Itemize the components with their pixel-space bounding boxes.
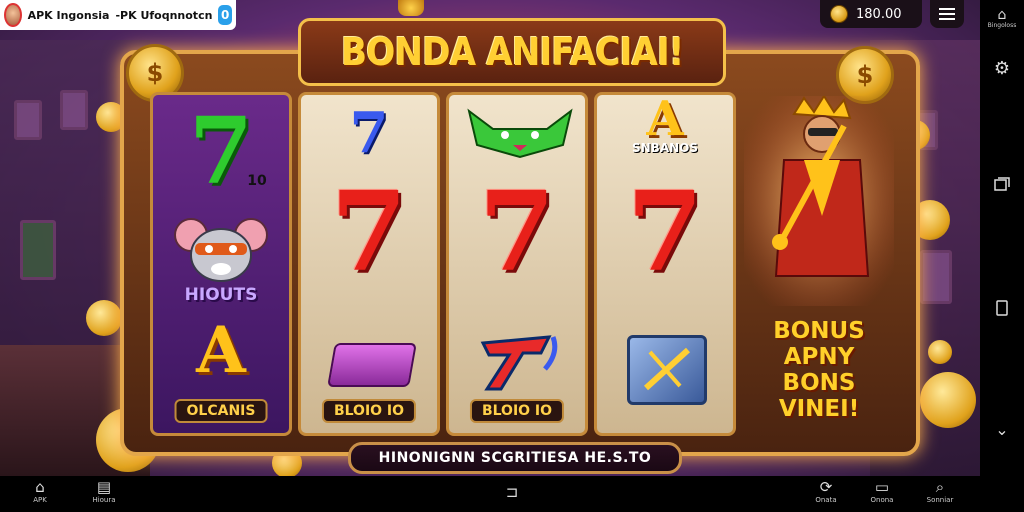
balance-display[interactable]: 180.00 (820, 0, 922, 28)
nav-item-bag[interactable]: ▤ Hioura (88, 479, 120, 504)
bottom-banner-text: HINONIGNN SCGRITIESA HE.S.TO (378, 450, 652, 466)
chevron-down-icon[interactable]: ⌄ (980, 420, 1024, 439)
reel-label: OLCANIS (174, 399, 268, 423)
nav-item-search[interactable]: ⌕ Sonniar (920, 479, 960, 504)
cat-icon (467, 108, 573, 159)
back-icon: ⊐ (505, 483, 519, 501)
home-icon: ⌂ (997, 7, 1007, 23)
bonus-line: APNY (783, 344, 855, 370)
nav-item-home[interactable]: ⌂ APK (24, 479, 56, 504)
windows-icon[interactable] (980, 176, 1024, 195)
reels-area: 7 10 HIOUTS A OLCANIS 7 7 BLOIO IO 7 BLO… (150, 92, 738, 436)
system-navbar: ⌂ APK ▤ Hioura ⊐ ⟳ Onata ▭ Onona ⌕ Sonni… (0, 476, 1024, 512)
king-character-icon (744, 96, 894, 306)
building-window (920, 250, 952, 304)
balance-value: 180.00 (856, 6, 902, 22)
nav-item-refresh[interactable]: ⟳ Onata (810, 479, 842, 504)
app-header: APK Ingonsia ‐PK Ufoqnnotcn 0 (0, 0, 236, 30)
system-sidebar: ⌂ Bingoloss ⚙ ⌄ (980, 0, 1024, 500)
reel-symbol-seven: 7 (349, 100, 389, 166)
building-window (20, 220, 56, 280)
bottom-banner[interactable]: HINONIGNN SCGRITIESA HE.S.TO (348, 442, 682, 474)
game-title-plate: BONDA ANIFACIAI! (298, 18, 726, 86)
coin-button[interactable] (398, 0, 424, 16)
crate-icon (627, 335, 707, 405)
bag-icon: ▤ (96, 478, 112, 496)
reel-label: HIOUTS (184, 285, 258, 305)
nav-item-box[interactable]: ▭ Onona (866, 479, 898, 504)
coin-decoration (86, 300, 122, 336)
bonus-text: BONUS APNY BONS VINEI! (744, 318, 894, 422)
game-title: BONDA ANIFACIAI! (340, 30, 684, 74)
building-window (60, 90, 88, 130)
reel-1: 7 10 HIOUTS A OLCANIS (150, 92, 292, 436)
reel-2: 7 7 BLOIO IO (298, 92, 440, 436)
nav-item-label: Onona (870, 496, 894, 504)
menu-button[interactable] (930, 0, 964, 28)
bonus-line: BONUS (773, 318, 865, 344)
game-screen: BONDA ANIFACIAI! $ $ 7 10 HIOUTS A OLCAN… (0, 0, 980, 476)
reel-symbol-seven: 7 (626, 167, 704, 296)
reel-4: A SNBANOS 7 (594, 92, 736, 436)
bonus-line: BONS VINEI! (778, 370, 860, 422)
app-badge-icon[interactable]: 0 (218, 5, 232, 25)
reel-symbol-seven: 7 (478, 167, 556, 296)
reel-3: 7 BLOIO IO (446, 92, 588, 436)
reel-symbol-a: A (196, 313, 246, 388)
wedge-symbol (327, 343, 417, 387)
nav-item-label: APK (33, 496, 47, 504)
search-icon: ⌕ (935, 478, 945, 496)
reel-symbol-a: A (646, 92, 684, 147)
coin-icon (830, 5, 848, 23)
app-title: APK Ingonsia ‐PK Ufoqnnotcn (27, 8, 213, 22)
crate-cross-icon (643, 347, 691, 391)
home-icon: ⌂ (35, 478, 45, 496)
refresh-icon: ⟳ (819, 478, 833, 496)
nav-item-label: Sonniar (926, 496, 954, 504)
reel-label: BLOIO IO (321, 399, 417, 423)
coin-decoration (920, 372, 976, 428)
coin-decoration (928, 340, 952, 364)
square-icon[interactable] (980, 300, 1024, 320)
reel-label: SNBANOS (631, 141, 698, 155)
box-icon: ▭ (874, 478, 890, 496)
reel-label: BLOIO IO (469, 399, 565, 423)
reel-symbol-seven: 7 (330, 167, 408, 296)
avatar[interactable] (4, 3, 22, 27)
nav-item-back[interactable]: ⊐ (496, 484, 528, 500)
sidebar-item-home[interactable]: ⌂ Bingoloss (980, 8, 1024, 29)
mouse-icon (174, 218, 268, 282)
gear-icon[interactable]: ⚙ (980, 58, 1024, 79)
building-window (14, 100, 42, 140)
nav-item-label: Onata (815, 496, 837, 504)
sidebar-item-label: Bingoloss (987, 22, 1017, 29)
nav-item-label: Hioura (92, 496, 116, 504)
reel-symbol-suffix: 10 (247, 173, 267, 189)
flag-seven-icon (480, 335, 558, 391)
